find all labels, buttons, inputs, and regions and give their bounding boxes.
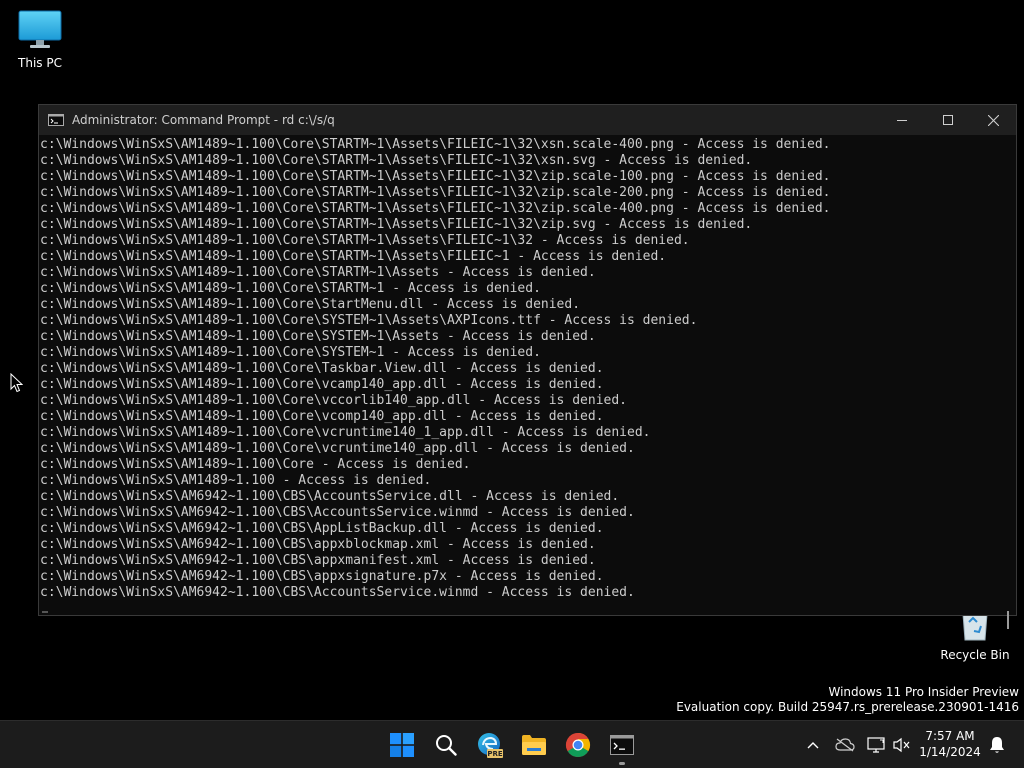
watermark-build: Evaluation copy. Build 25947.rs_prerelea… <box>676 700 1019 714</box>
minimize-button[interactable] <box>879 105 925 135</box>
windows-logo-icon <box>390 732 414 757</box>
maximize-button[interactable] <box>925 105 971 135</box>
window-title: Administrator: Command Prompt - rd c:\/s… <box>72 113 335 127</box>
command-prompt-icon <box>48 114 64 126</box>
console-line: c:\Windows\WinSxS\AM1489~1.100\Core - Ac… <box>40 457 471 472</box>
console-line: c:\Windows\WinSxS\AM6942~1.100\CBS\appxs… <box>40 569 604 584</box>
console-output[interactable]: c:\Windows\WinSxS\AM1489~1.100\Core\STAR… <box>40 137 998 607</box>
horizontal-scrollbar-thumb[interactable] <box>42 611 48 613</box>
recycle-bin-label: Recycle Bin <box>940 648 1010 662</box>
file-explorer-taskbar-button[interactable] <box>514 721 554 768</box>
console-line: c:\Windows\WinSxS\AM1489~1.100\Core\vcam… <box>40 377 604 392</box>
folder-icon <box>522 734 546 755</box>
console-line: c:\Windows\WinSxS\AM1489~1.100\Core\STAR… <box>40 233 690 248</box>
console-line: c:\Windows\WinSxS\AM1489~1.100\Core\vcco… <box>40 393 627 408</box>
network-tray-icon[interactable] <box>865 721 887 768</box>
console-line: c:\Windows\WinSxS\AM6942~1.100\CBS\Accou… <box>40 585 635 600</box>
edge-icon: PRE <box>478 732 503 758</box>
bell-icon <box>990 736 1004 753</box>
console-line: c:\Windows\WinSxS\AM1489~1.100 - Access … <box>40 473 432 488</box>
console-line: c:\Windows\WinSxS\AM1489~1.100\Core\STAR… <box>40 137 831 152</box>
start-button[interactable] <box>382 721 422 768</box>
evaluation-watermark: Windows 11 Pro Insider Preview Evaluatio… <box>676 685 1019 715</box>
console-line: c:\Windows\WinSxS\AM1489~1.100\Core\SYST… <box>40 329 596 344</box>
console-line: c:\Windows\WinSxS\AM6942~1.100\CBS\appxb… <box>40 537 596 552</box>
scrollbar-thumb[interactable] <box>1007 611 1009 629</box>
console-line: c:\Windows\WinSxS\AM1489~1.100\Core\SYST… <box>40 345 541 360</box>
search-icon <box>436 734 457 756</box>
monitor-icon <box>18 10 62 48</box>
console-line: c:\Windows\WinSxS\AM6942~1.100\CBS\AppLi… <box>40 521 604 536</box>
window-titlebar[interactable]: Administrator: Command Prompt - rd c:\/s… <box>39 105 1016 135</box>
command-prompt-taskbar-button[interactable] <box>602 721 642 768</box>
console-line: c:\Windows\WinSxS\AM1489~1.100\Core\vcru… <box>40 441 635 456</box>
console-line: c:\Windows\WinSxS\AM1489~1.100\Core\STAR… <box>40 169 831 184</box>
show-hidden-icons-button[interactable] <box>803 721 823 768</box>
close-icon <box>987 114 999 126</box>
console-line: c:\Windows\WinSxS\AM6942~1.100\CBS\Accou… <box>40 489 620 504</box>
taskbar: PRE 7:57 AM 1/14/2024 <box>0 720 1024 768</box>
edge-taskbar-button[interactable]: PRE <box>470 721 510 768</box>
console-line: c:\Windows\WinSxS\AM1489~1.100\Core\STAR… <box>40 281 541 296</box>
console-line: c:\Windows\WinSxS\AM6942~1.100\CBS\appxm… <box>40 553 596 568</box>
edge-badge: PRE <box>487 750 503 758</box>
console-line: c:\Windows\WinSxS\AM6942~1.100\CBS\Accou… <box>40 505 635 520</box>
running-indicator <box>619 762 625 765</box>
chevron-up-icon <box>807 741 819 748</box>
console-line: c:\Windows\WinSxS\AM1489~1.100\Core\Star… <box>40 297 581 312</box>
console-line: c:\Windows\WinSxS\AM1489~1.100\Core\STAR… <box>40 153 753 168</box>
close-button[interactable] <box>970 105 1016 135</box>
console-line: c:\Windows\WinSxS\AM1489~1.100\Core\STAR… <box>40 217 753 232</box>
notifications-button[interactable] <box>986 721 1008 768</box>
watermark-edition: Windows 11 Pro Insider Preview <box>828 685 1019 699</box>
maximize-icon <box>943 115 953 125</box>
console-line: c:\Windows\WinSxS\AM1489~1.100\Core\STAR… <box>40 265 596 280</box>
taskbar-clock[interactable]: 7:57 AM 1/14/2024 <box>918 728 982 760</box>
console-line: c:\Windows\WinSxS\AM1489~1.100\Core\Task… <box>40 361 604 376</box>
command-prompt-icon <box>610 734 634 755</box>
this-pc-label: This PC <box>18 56 62 70</box>
console-line: c:\Windows\WinSxS\AM1489~1.100\Core\SYST… <box>40 313 698 328</box>
mouse-cursor-icon <box>10 373 23 393</box>
clock-time: 7:57 AM <box>925 729 975 743</box>
console-line: c:\Windows\WinSxS\AM1489~1.100\Core\vcom… <box>40 409 604 424</box>
chrome-icon <box>565 732 591 757</box>
minimize-icon <box>897 120 907 121</box>
console-line: c:\Windows\WinSxS\AM1489~1.100\Core\STAR… <box>40 249 667 264</box>
vertical-scrollbar[interactable] <box>1002 135 1012 629</box>
console-line: c:\Windows\WinSxS\AM1489~1.100\Core\STAR… <box>40 201 831 216</box>
recycle-bin-shortcut[interactable]: Recycle Bin <box>935 610 1015 662</box>
search-button[interactable] <box>426 721 466 768</box>
cloud-offline-icon <box>835 737 855 751</box>
console-line: c:\Windows\WinSxS\AM1489~1.100\Core\vcru… <box>40 425 651 440</box>
clock-date: 1/14/2024 <box>919 745 981 759</box>
chrome-taskbar-button[interactable] <box>558 721 598 768</box>
volume-tray-icon[interactable] <box>892 721 912 768</box>
volume-muted-icon <box>893 737 910 752</box>
this-pc-shortcut[interactable]: This PC <box>0 8 80 70</box>
onedrive-tray-icon[interactable] <box>833 721 857 768</box>
command-prompt-window[interactable]: Administrator: Command Prompt - rd c:\/s… <box>38 104 1017 629</box>
network-icon <box>867 736 885 753</box>
console-line: c:\Windows\WinSxS\AM1489~1.100\Core\STAR… <box>40 185 831 200</box>
